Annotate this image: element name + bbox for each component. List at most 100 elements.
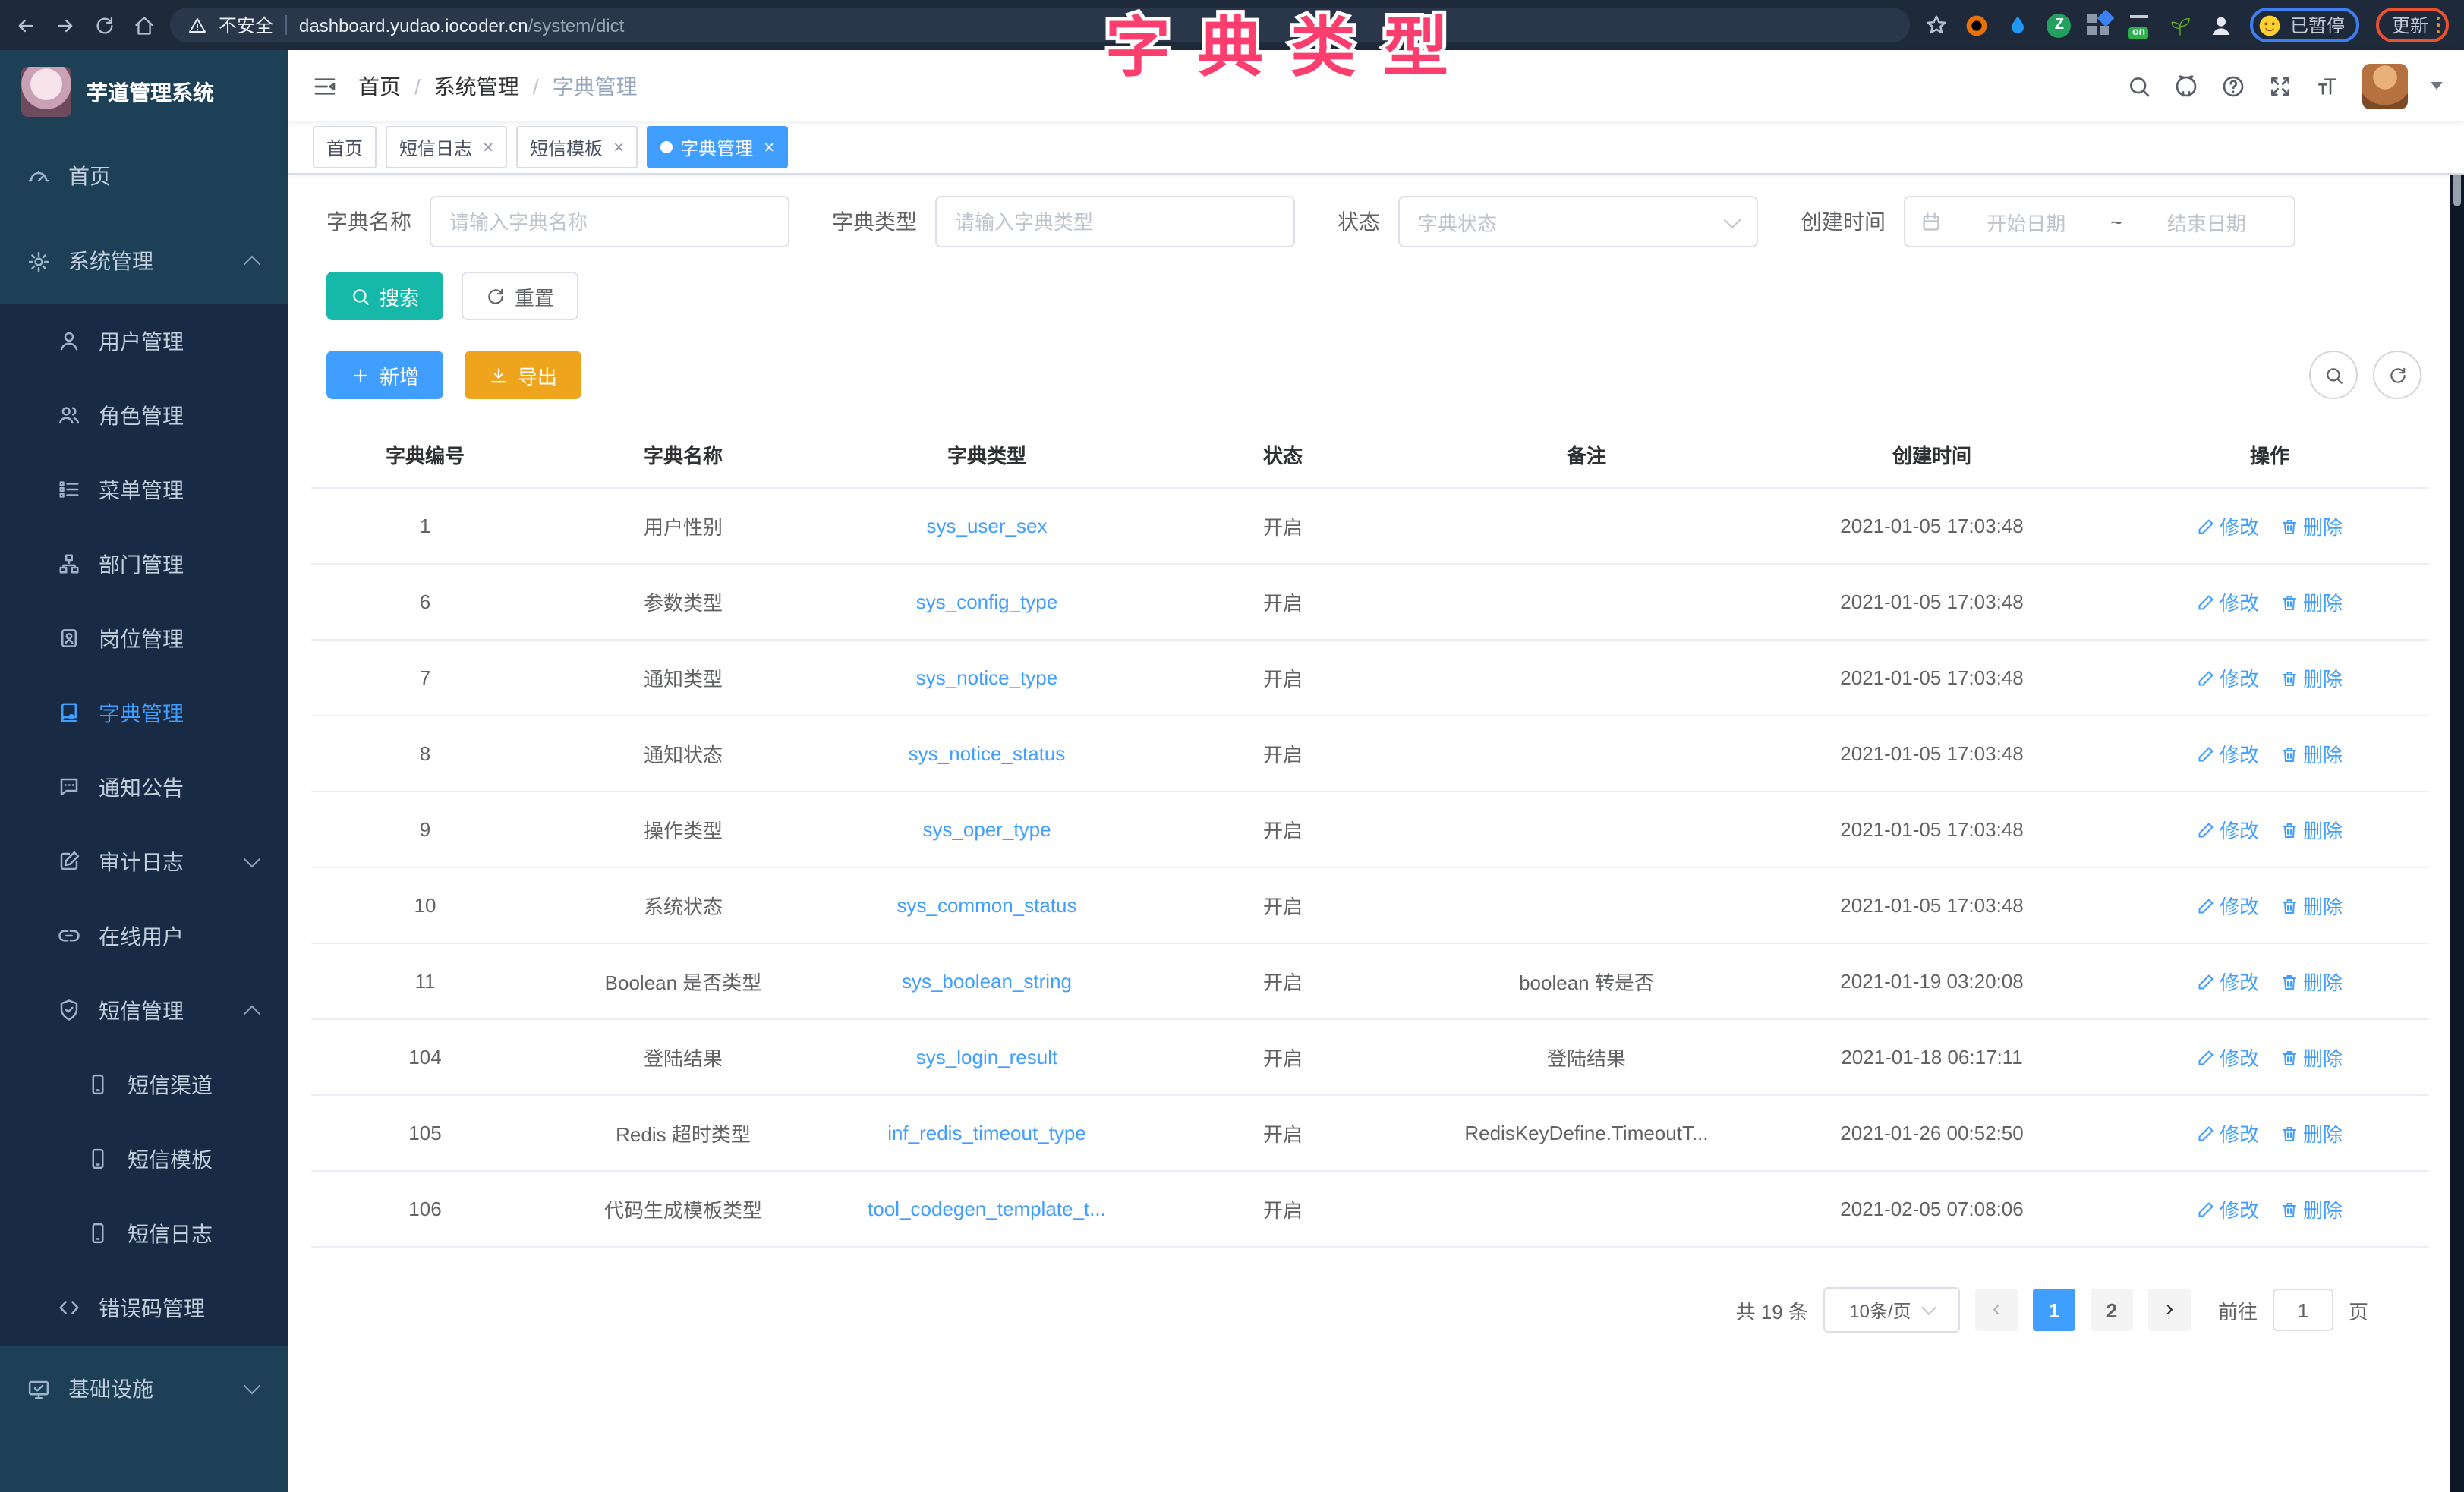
dict-type-link[interactable]: sys_boolean_string xyxy=(902,970,1072,993)
extension-grid-icon[interactable] xyxy=(2088,14,2111,36)
edit-link[interactable]: 修改 xyxy=(2197,967,2259,996)
tab-dict-mgmt[interactable]: 字典管理× xyxy=(647,126,788,168)
bookmark-star-icon[interactable] xyxy=(1926,14,1949,36)
breadcrumb-home[interactable]: 首页 xyxy=(358,71,401,101)
edit-link[interactable]: 修改 xyxy=(2197,1195,2259,1223)
edit-link[interactable]: 修改 xyxy=(2197,739,2259,768)
dict-type-link[interactable]: sys_notice_type xyxy=(916,666,1057,689)
toggle-search-button[interactable] xyxy=(2309,351,2358,399)
refresh-button[interactable] xyxy=(2373,351,2421,399)
status-text: 开启 xyxy=(1146,867,1419,943)
browser-home-icon[interactable] xyxy=(134,14,155,36)
edit-link[interactable]: 修改 xyxy=(2197,511,2259,540)
edit-link[interactable]: 修改 xyxy=(2197,891,2259,920)
user-avatar[interactable] xyxy=(2362,63,2408,109)
delete-link[interactable]: 删除 xyxy=(2280,587,2343,616)
edit-link[interactable]: 修改 xyxy=(2197,1119,2259,1147)
app-logo-row[interactable]: 芋道管理系统 xyxy=(0,50,288,134)
github-icon[interactable] xyxy=(2174,74,2198,98)
delete-link[interactable]: 删除 xyxy=(2280,891,2343,920)
tab-sms-template[interactable]: 短信模板× xyxy=(516,126,638,168)
goto-page-input[interactable] xyxy=(2273,1289,2333,1331)
sidebar-item-system[interactable]: 系统管理 xyxy=(0,219,288,304)
delete-link[interactable]: 删除 xyxy=(2280,1195,2343,1223)
sidebar-item-online-users[interactable]: 在线用户 xyxy=(0,899,288,973)
dict-type-link[interactable]: sys_oper_type xyxy=(922,818,1051,841)
extension-drop-icon[interactable] xyxy=(2006,13,2031,37)
next-page-button[interactable]: › xyxy=(2148,1289,2191,1331)
back-icon[interactable] xyxy=(15,14,36,36)
search-button[interactable]: 搜索 xyxy=(326,272,443,320)
edit-link[interactable]: 修改 xyxy=(2197,587,2259,616)
prev-page-button[interactable]: ‹ xyxy=(1975,1289,2018,1331)
fullscreen-icon[interactable] xyxy=(2268,74,2292,98)
delete-link[interactable]: 删除 xyxy=(2280,1119,2343,1147)
dict-type-link[interactable]: sys_common_status xyxy=(897,894,1077,917)
dict-type-link[interactable]: sys_config_type xyxy=(916,590,1057,613)
browser-menu-icon[interactable] xyxy=(2436,17,2440,34)
sidebar-item-home[interactable]: 首页 xyxy=(0,134,288,219)
dict-type-input[interactable] xyxy=(935,196,1295,247)
sidebar-item-sms-channel[interactable]: 短信渠道 xyxy=(0,1047,288,1122)
sidebar-item-errcode[interactable]: 错误码管理 xyxy=(0,1270,288,1345)
main-area: 首页 / 系统管理 / 字典管理 首页 短信日志× xyxy=(288,50,2464,1492)
dict-type-link[interactable]: sys_login_result xyxy=(916,1046,1057,1069)
tab-sms-log[interactable]: 短信日志× xyxy=(386,126,507,168)
header-search-icon[interactable] xyxy=(2127,74,2151,98)
edit-link[interactable]: 修改 xyxy=(2197,663,2259,692)
chrome-update-chip[interactable]: 更新 xyxy=(2377,8,2449,42)
delete-link[interactable]: 删除 xyxy=(2280,511,2343,540)
extension-on-icon[interactable]: on xyxy=(2128,13,2152,37)
breadcrumb-system[interactable]: 系统管理 xyxy=(434,71,519,101)
sidebar-item-sms-log[interactable]: 短信日志 xyxy=(0,1196,288,1270)
sidebar-item-notice[interactable]: 通知公告 xyxy=(0,750,288,824)
sidebar-item-audit-log[interactable]: 审计日志 xyxy=(0,824,288,899)
sidebar-item-dict-mgmt[interactable]: 字典管理 xyxy=(0,675,288,750)
page-1-button[interactable]: 1 xyxy=(2033,1289,2075,1331)
reload-icon[interactable] xyxy=(94,14,115,36)
dict-type-link[interactable]: sys_user_sex xyxy=(927,515,1048,537)
date-range-picker[interactable]: 开始日期 ~ 结束日期 xyxy=(1904,196,2295,247)
help-icon[interactable] xyxy=(2221,74,2245,98)
edit-link[interactable]: 修改 xyxy=(2197,1043,2259,1072)
address-bar[interactable]: 不安全 dashboard.yudao.iocoder.cn/system/di… xyxy=(170,8,1911,42)
extension-orange-ring-icon[interactable] xyxy=(1965,13,1990,37)
sidebar-item-sms-mgmt[interactable]: 短信管理 xyxy=(0,973,288,1047)
tab-home[interactable]: 首页 xyxy=(313,126,377,168)
sidebar-item-post-mgmt[interactable]: 岗位管理 xyxy=(0,601,288,675)
delete-link[interactable]: 删除 xyxy=(2280,663,2343,692)
delete-link[interactable]: 删除 xyxy=(2280,815,2343,844)
dict-name-input[interactable] xyxy=(430,196,789,247)
edit-link[interactable]: 修改 xyxy=(2197,815,2259,844)
extension-plant-icon[interactable] xyxy=(2169,13,2193,37)
delete-link[interactable]: 删除 xyxy=(2280,967,2343,996)
extension-z-icon[interactable]: Z xyxy=(2047,13,2072,37)
export-button[interactable]: 导出 xyxy=(465,351,581,399)
sidebar-item-role-mgmt[interactable]: 角色管理 xyxy=(0,378,288,452)
dict-type-link[interactable]: tool_codegen_template_t... xyxy=(868,1198,1106,1220)
page-size-select[interactable]: 10条/页 xyxy=(1823,1287,1960,1333)
sidebar-toggle-icon[interactable] xyxy=(313,74,337,98)
sidebar-item-sms-template[interactable]: 短信模板 xyxy=(0,1122,288,1196)
forward-icon[interactable] xyxy=(55,14,76,36)
sidebar-item-infra[interactable]: 基础设施 xyxy=(0,1346,288,1431)
status-select[interactable]: 字典状态 xyxy=(1398,196,1758,247)
avatar-caret-icon[interactable] xyxy=(2431,82,2443,96)
page-2-button[interactable]: 2 xyxy=(2091,1289,2133,1331)
close-icon[interactable]: × xyxy=(613,137,624,158)
sidebar-item-user-mgmt[interactable]: 用户管理 xyxy=(0,304,288,378)
dict-type-link[interactable]: sys_notice_status xyxy=(909,742,1066,765)
font-size-icon[interactable] xyxy=(2315,74,2340,98)
sidebar-item-menu-mgmt[interactable]: 菜单管理 xyxy=(0,452,288,527)
delete-link[interactable]: 删除 xyxy=(2280,1043,2343,1072)
add-button[interactable]: 新增 xyxy=(326,351,443,399)
reset-button[interactable]: 重置 xyxy=(462,272,578,320)
delete-link[interactable]: 删除 xyxy=(2280,739,2343,768)
status-text: 开启 xyxy=(1146,1171,1419,1247)
sidebar-item-dept-mgmt[interactable]: 部门管理 xyxy=(0,527,288,601)
extension-person-icon[interactable] xyxy=(2210,13,2234,37)
close-icon[interactable]: × xyxy=(483,137,493,158)
paused-extension-chip[interactable]: 已暂停 xyxy=(2251,8,2360,42)
close-icon[interactable]: × xyxy=(764,137,774,158)
dict-type-link[interactable]: inf_redis_timeout_type xyxy=(887,1122,1086,1144)
